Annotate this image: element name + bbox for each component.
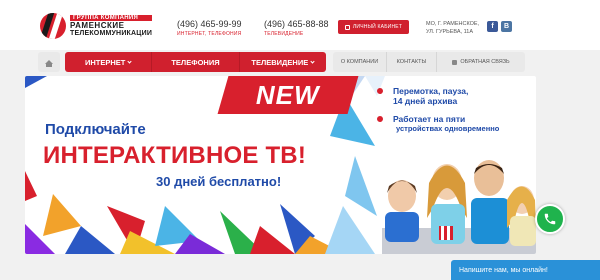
new-badge-label: NEW xyxy=(256,79,320,110)
logo-name-line1: РАМЕНСКИЕ xyxy=(70,21,125,30)
logo-mark-icon xyxy=(40,13,66,39)
nav-item-internet[interactable]: ИНТЕРНЕТ xyxy=(65,52,153,72)
lock-icon xyxy=(344,24,350,30)
main-navigation: ИНТЕРНЕТ ТЕЛЕФОНИЯ ТЕЛЕВИДЕНИЕ О КОМПАНИ… xyxy=(38,52,525,72)
family-watching-tv-image xyxy=(377,138,536,254)
address: МО, Г. РАМЕНСКОЕ, УЛ. ГУРЬЕВА, 11А xyxy=(426,20,479,37)
company-logo[interactable]: ГРУППА КОМПАНИЯ РАМЕНСКИЕ ТЕЛЕКОММУНИКАЦ… xyxy=(40,12,170,40)
feature-line2: устройствах одновременно xyxy=(396,124,500,133)
nav-item-contacts[interactable]: КОНТАКТЫ xyxy=(387,52,437,72)
nav-item-tv[interactable]: ТЕЛЕВИДЕНИЕ xyxy=(240,52,326,72)
nav-label: КОНТАКТЫ xyxy=(396,59,427,65)
site-header: ГРУППА КОМПАНИЯ РАМЕНСКИЕ ТЕЛЕКОММУНИКАЦ… xyxy=(0,0,600,50)
nav-label: ОБРАТНАЯ СВЯЗЬ xyxy=(460,59,510,65)
feature-line2: 14 дней архива xyxy=(393,96,458,106)
home-icon xyxy=(45,60,53,67)
personal-cabinet-label: ЛИЧНЫЙ КАБИНЕТ xyxy=(352,24,403,30)
nav-item-feedback[interactable]: ОБРАТНАЯ СВЯЗЬ xyxy=(437,52,525,72)
logo-name-line2: ТЕЛЕКОММУНИКАЦИИ xyxy=(70,30,153,37)
feature-devices: Работает на пяти устройствах одновременн… xyxy=(377,114,499,133)
secondary-nav: О КОМПАНИИ КОНТАКТЫ ОБРАТНАЯ СВЯЗЬ xyxy=(333,52,525,72)
phone-caption: ИНТЕРНЕТ, ТЕЛЕФОНИЯ xyxy=(177,31,242,37)
personal-cabinet-button[interactable]: ЛИЧНЫЙ КАБИНЕТ xyxy=(338,20,409,34)
new-badge: NEW xyxy=(217,76,359,114)
nav-label: ИНТЕРНЕТ xyxy=(84,57,126,67)
facebook-icon[interactable]: f xyxy=(487,21,498,32)
phone-number[interactable]: (496) 465-88-88 xyxy=(264,19,329,29)
home-button[interactable] xyxy=(38,52,60,72)
phone-caption: ТЕЛЕВИДЕНИЕ xyxy=(264,31,304,37)
chevron-down-icon xyxy=(310,58,315,64)
phone-number[interactable]: (496) 465-99-99 xyxy=(177,19,242,29)
chat-label: Напишите нам, мы онлайн! xyxy=(459,266,548,274)
banner-headline-top: Подключайте xyxy=(45,121,146,138)
promo-banner[interactable]: NEW Подключайте ИНТЕРАКТИВНОЕ ТВ! 30 дне… xyxy=(25,76,536,254)
nav-label: ТЕЛЕФОНИЯ xyxy=(171,57,220,67)
banner-headline-main: ИНТЕРАКТИВНОЕ ТВ! xyxy=(43,142,307,169)
banner-headline-sub: 30 дней бесплатно! xyxy=(156,174,282,189)
phone-tv: (496) 465-88-88 ТЕЛЕВИДЕНИЕ xyxy=(264,19,329,37)
nav-item-telephony[interactable]: ТЕЛЕФОНИЯ xyxy=(152,52,240,72)
chevron-down-icon xyxy=(127,58,132,64)
bullet-icon xyxy=(377,88,383,94)
feature-rewind: Перемотка, пауза, 14 дней архива xyxy=(377,86,468,106)
call-button[interactable] xyxy=(535,204,565,234)
feature-line1: Перемотка, пауза, xyxy=(393,86,469,96)
address-line2: УЛ. ГУРЬЕВА, 11А xyxy=(426,29,473,36)
feature-line1: Работает на пяти xyxy=(393,114,466,124)
nav-item-about[interactable]: О КОМПАНИИ xyxy=(333,52,387,72)
bullet-icon xyxy=(377,116,383,122)
online-chat-bar[interactable]: Напишите нам, мы онлайн! xyxy=(451,260,600,280)
nav-label: О КОМПАНИИ xyxy=(340,59,379,65)
primary-nav: ИНТЕРНЕТ ТЕЛЕФОНИЯ ТЕЛЕВИДЕНИЕ xyxy=(65,52,326,72)
phone-internet: (496) 465-99-99 ИНТЕРНЕТ, ТЕЛЕФОНИЯ xyxy=(177,19,242,37)
vk-icon[interactable]: B xyxy=(501,21,512,32)
address-line1: МО, Г. РАМЕНСКОЕ, xyxy=(426,21,480,27)
phone-icon xyxy=(544,213,556,225)
phone-icon xyxy=(452,59,458,65)
nav-label: ТЕЛЕВИДЕНИЕ xyxy=(251,57,309,67)
